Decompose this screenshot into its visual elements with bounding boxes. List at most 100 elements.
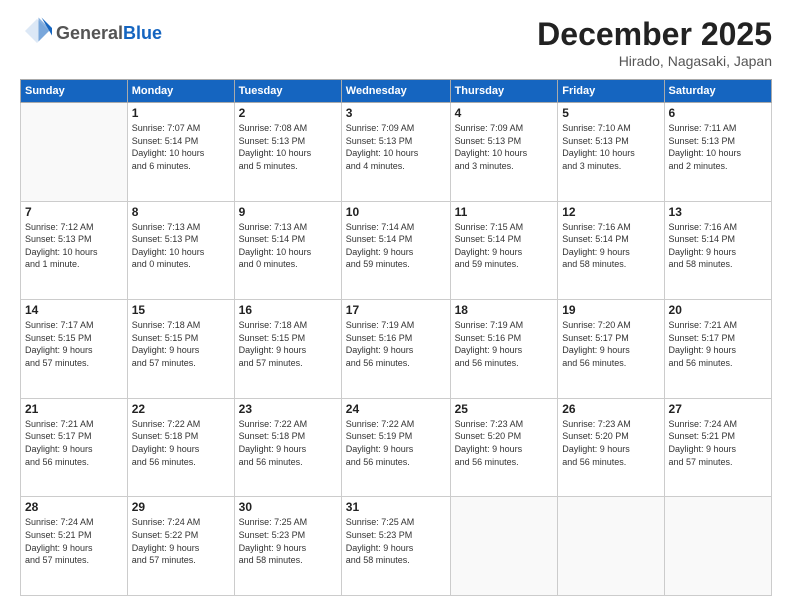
cell-w2-d4: 10Sunrise: 7:14 AMSunset: 5:14 PMDayligh… <box>341 201 450 300</box>
day-info: Sunrise: 7:20 AMSunset: 5:17 PMDaylight:… <box>562 319 659 369</box>
cell-w5-d5 <box>450 497 558 596</box>
day-number: 7 <box>25 205 123 219</box>
header: GeneralBlue December 2025 Hirado, Nagasa… <box>20 16 772 69</box>
day-number: 28 <box>25 500 123 514</box>
cell-w1-d2: 1 Sunrise: 7:07 AMSunset: 5:14 PMDaylight… <box>127 103 234 202</box>
day-number: 24 <box>346 402 446 416</box>
cell-w3-d1: 14 Sunrise: 7:17 AMSunset: 5:15 PMDayligh… <box>21 300 128 399</box>
cell-w5-d4: 31Sunrise: 7:25 AMSunset: 5:23 PMDayligh… <box>341 497 450 596</box>
day-number: 26 <box>562 402 659 416</box>
day-number: 14 <box>25 303 123 317</box>
logo-icon <box>22 16 52 46</box>
day-info: Sunrise: 7:16 AMSunset: 5:14 PMDaylight:… <box>562 221 659 271</box>
cell-w2-d1: 7 Sunrise: 7:12 AMSunset: 5:13 PMDaylight… <box>21 201 128 300</box>
cell-w5-d7 <box>664 497 771 596</box>
cell-w1-d1 <box>21 103 128 202</box>
day-info: Sunrise: 7:17 AMSunset: 5:15 PMDaylight:… <box>25 319 123 369</box>
cell-w2-d3: 9 Sunrise: 7:13 AMSunset: 5:14 PMDaylight… <box>234 201 341 300</box>
day-info: Sunrise: 7:15 AMSunset: 5:14 PMDaylight:… <box>455 221 554 271</box>
day-number: 11 <box>455 205 554 219</box>
day-info: Sunrise: 7:14 AMSunset: 5:14 PMDaylight:… <box>346 221 446 271</box>
day-number: 22 <box>132 402 230 416</box>
day-info: Sunrise: 7:08 AMSunset: 5:13 PMDaylight:… <box>239 122 337 172</box>
cell-w1-d4: 3 Sunrise: 7:09 AMSunset: 5:13 PMDaylight… <box>341 103 450 202</box>
cell-w4-d6: 26 Sunrise: 7:23 AMSunset: 5:20 PMDayligh… <box>558 398 664 497</box>
cell-w2-d6: 12 Sunrise: 7:16 AMSunset: 5:14 PMDayligh… <box>558 201 664 300</box>
col-sunday: Sunday <box>21 80 128 103</box>
day-info: Sunrise: 7:07 AMSunset: 5:14 PMDaylight:… <box>132 122 230 172</box>
day-info: Sunrise: 7:18 AMSunset: 5:15 PMDaylight:… <box>239 319 337 369</box>
day-number: 12 <box>562 205 659 219</box>
cell-w3-d2: 15 Sunrise: 7:18 AMSunset: 5:15 PMDayligh… <box>127 300 234 399</box>
day-info: Sunrise: 7:12 AMSunset: 5:13 PMDaylight:… <box>25 221 123 271</box>
cell-w3-d6: 19 Sunrise: 7:20 AMSunset: 5:17 PMDayligh… <box>558 300 664 399</box>
col-thursday: Thursday <box>450 80 558 103</box>
cell-w4-d2: 22 Sunrise: 7:22 AMSunset: 5:18 PMDayligh… <box>127 398 234 497</box>
title-block: December 2025 Hirado, Nagasaki, Japan <box>537 16 772 69</box>
day-info: Sunrise: 7:21 AMSunset: 5:17 PMDaylight:… <box>669 319 767 369</box>
cell-w2-d7: 13 Sunrise: 7:16 AMSunset: 5:14 PMDayligh… <box>664 201 771 300</box>
week-row-5: 28 Sunrise: 7:24 AMSunset: 5:21 PMDayligh… <box>21 497 772 596</box>
day-number: 8 <box>132 205 230 219</box>
cell-w1-d5: 4Sunrise: 7:09 AMSunset: 5:13 PMDaylight… <box>450 103 558 202</box>
calendar-table: Sunday Monday Tuesday Wednesday Thursday… <box>20 79 772 596</box>
day-info: Sunrise: 7:23 AMSunset: 5:20 PMDaylight:… <box>455 418 554 468</box>
day-info: Sunrise: 7:23 AMSunset: 5:20 PMDaylight:… <box>562 418 659 468</box>
day-info: Sunrise: 7:19 AMSunset: 5:16 PMDaylight:… <box>455 319 554 369</box>
day-info: Sunrise: 7:25 AMSunset: 5:23 PMDaylight:… <box>239 516 337 566</box>
day-number: 30 <box>239 500 337 514</box>
day-number: 6 <box>669 106 767 120</box>
cell-w2-d5: 11 Sunrise: 7:15 AMSunset: 5:14 PMDayligh… <box>450 201 558 300</box>
day-info: Sunrise: 7:11 AMSunset: 5:13 PMDaylight:… <box>669 122 767 172</box>
day-info: Sunrise: 7:22 AMSunset: 5:18 PMDaylight:… <box>132 418 230 468</box>
day-number: 29 <box>132 500 230 514</box>
day-info: Sunrise: 7:18 AMSunset: 5:15 PMDaylight:… <box>132 319 230 369</box>
day-number: 23 <box>239 402 337 416</box>
day-info: Sunrise: 7:21 AMSunset: 5:17 PMDaylight:… <box>25 418 123 468</box>
cell-w3-d5: 18Sunrise: 7:19 AMSunset: 5:16 PMDayligh… <box>450 300 558 399</box>
day-number: 1 <box>132 106 230 120</box>
logo-general-text: GeneralBlue <box>56 24 162 44</box>
day-info: Sunrise: 7:09 AMSunset: 5:13 PMDaylight:… <box>346 122 446 172</box>
day-info: Sunrise: 7:13 AMSunset: 5:14 PMDaylight:… <box>239 221 337 271</box>
day-info: Sunrise: 7:09 AMSunset: 5:13 PMDaylight:… <box>455 122 554 172</box>
day-number: 5 <box>562 106 659 120</box>
cell-w5-d3: 30 Sunrise: 7:25 AMSunset: 5:23 PMDayligh… <box>234 497 341 596</box>
day-number: 3 <box>346 106 446 120</box>
location: Hirado, Nagasaki, Japan <box>537 53 772 69</box>
cell-w4-d3: 23Sunrise: 7:22 AMSunset: 5:18 PMDayligh… <box>234 398 341 497</box>
cell-w4-d7: 27Sunrise: 7:24 AMSunset: 5:21 PMDayligh… <box>664 398 771 497</box>
col-wednesday: Wednesday <box>341 80 450 103</box>
cell-w1-d7: 6 Sunrise: 7:11 AMSunset: 5:13 PMDaylight… <box>664 103 771 202</box>
cell-w4-d4: 24 Sunrise: 7:22 AMSunset: 5:19 PMDayligh… <box>341 398 450 497</box>
day-number: 27 <box>669 402 767 416</box>
week-row-1: 1 Sunrise: 7:07 AMSunset: 5:14 PMDaylight… <box>21 103 772 202</box>
cell-w1-d3: 2Sunrise: 7:08 AMSunset: 5:13 PMDaylight… <box>234 103 341 202</box>
day-info: Sunrise: 7:19 AMSunset: 5:16 PMDaylight:… <box>346 319 446 369</box>
cell-w3-d7: 20 Sunrise: 7:21 AMSunset: 5:17 PMDayligh… <box>664 300 771 399</box>
day-info: Sunrise: 7:24 AMSunset: 5:21 PMDaylight:… <box>25 516 123 566</box>
day-number: 25 <box>455 402 554 416</box>
day-info: Sunrise: 7:24 AMSunset: 5:22 PMDaylight:… <box>132 516 230 566</box>
day-info: Sunrise: 7:22 AMSunset: 5:19 PMDaylight:… <box>346 418 446 468</box>
day-number: 20 <box>669 303 767 317</box>
col-tuesday: Tuesday <box>234 80 341 103</box>
day-number: 19 <box>562 303 659 317</box>
week-row-3: 14 Sunrise: 7:17 AMSunset: 5:15 PMDayligh… <box>21 300 772 399</box>
cell-w3-d3: 16 Sunrise: 7:18 AMSunset: 5:15 PMDayligh… <box>234 300 341 399</box>
day-info: Sunrise: 7:10 AMSunset: 5:13 PMDaylight:… <box>562 122 659 172</box>
day-number: 9 <box>239 205 337 219</box>
cell-w5-d1: 28 Sunrise: 7:24 AMSunset: 5:21 PMDayligh… <box>21 497 128 596</box>
week-row-2: 7 Sunrise: 7:12 AMSunset: 5:13 PMDaylight… <box>21 201 772 300</box>
day-info: Sunrise: 7:16 AMSunset: 5:14 PMDaylight:… <box>669 221 767 271</box>
day-number: 21 <box>25 402 123 416</box>
page: GeneralBlue December 2025 Hirado, Nagasa… <box>0 0 792 612</box>
day-info: Sunrise: 7:25 AMSunset: 5:23 PMDaylight:… <box>346 516 446 566</box>
day-number: 16 <box>239 303 337 317</box>
day-number: 13 <box>669 205 767 219</box>
day-number: 15 <box>132 303 230 317</box>
logo: GeneralBlue <box>20 16 162 51</box>
month-title: December 2025 <box>537 16 772 53</box>
day-info: Sunrise: 7:13 AMSunset: 5:13 PMDaylight:… <box>132 221 230 271</box>
cell-w5-d2: 29 Sunrise: 7:24 AMSunset: 5:22 PMDayligh… <box>127 497 234 596</box>
